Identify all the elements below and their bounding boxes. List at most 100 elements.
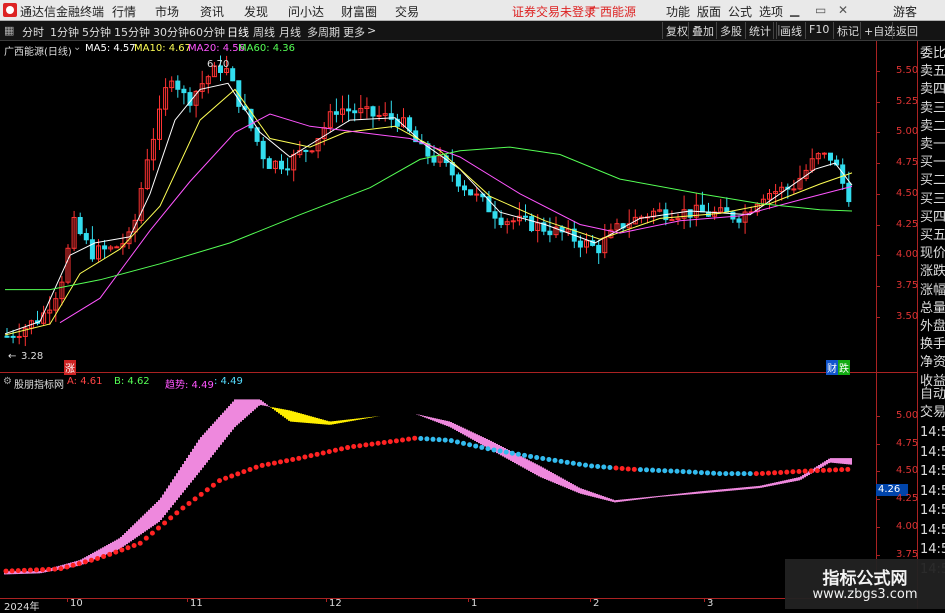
candle-body	[102, 245, 108, 250]
candle-body	[4, 335, 10, 338]
indicator-dot	[369, 441, 375, 447]
x-label-2: 2	[593, 598, 600, 609]
quote-panel-item[interactable]: 卖四	[920, 81, 945, 99]
indicator-dot	[3, 568, 9, 574]
candle-body	[846, 182, 852, 203]
indicator-dot	[576, 461, 582, 467]
indicator-dot	[796, 468, 802, 474]
indicator-dot	[52, 566, 58, 572]
ma10-line	[4, 88, 853, 336]
quote-panel-item[interactable]: 卖三	[920, 100, 945, 118]
candle-body	[279, 160, 284, 170]
indicator-dot	[204, 487, 210, 493]
low-arrow-icon: ←	[8, 351, 17, 362]
quote-panel-item[interactable]: 14:56	[920, 463, 945, 481]
candle-body	[303, 149, 309, 152]
indicator-dot	[650, 467, 656, 473]
indicator-dot	[802, 468, 808, 474]
quote-panel-item[interactable]: 外盘	[920, 318, 945, 336]
candle-body	[260, 140, 266, 160]
quote-panel-item[interactable]: 涨幅	[920, 282, 945, 300]
candle-body	[468, 189, 474, 196]
indicator-dot	[485, 446, 491, 452]
indicator-dot	[546, 456, 552, 462]
indicator-dot	[436, 437, 442, 443]
candle-body	[577, 240, 583, 248]
indicator-dot	[570, 460, 576, 466]
indicator-dot	[156, 525, 161, 531]
y-tick-label: 5.00	[896, 126, 919, 138]
quote-panel-item[interactable]: 委比	[920, 45, 945, 63]
indicator-dot	[503, 449, 509, 455]
indicator-dot	[363, 442, 369, 448]
high-label: 6.70	[207, 59, 230, 70]
candle-body	[10, 335, 16, 338]
indicator-dot	[186, 500, 192, 506]
indicator-dot	[290, 457, 296, 463]
quote-panel-item[interactable]: 净资	[920, 354, 945, 372]
sub-y-tick-label: 4.00	[896, 520, 919, 532]
indicator-dot	[607, 465, 613, 471]
candle-body	[83, 233, 89, 241]
quote-panel-item[interactable]: 14:56	[920, 502, 945, 520]
indicator-dot	[784, 469, 790, 475]
indicator-dot	[473, 443, 479, 449]
indicator-dot	[265, 461, 271, 467]
quote-panel-item[interactable]: 自动	[920, 386, 945, 404]
quote-panel-item[interactable]: 卖五	[920, 63, 945, 81]
quote-panel-item[interactable]: 买一	[920, 154, 945, 172]
quote-panel-item[interactable]: 交易	[920, 404, 945, 422]
quote-panel-item[interactable]: 总量	[920, 300, 945, 318]
quote-panel-item[interactable]: 买五	[920, 227, 945, 245]
quote-panel-item[interactable]: 买二	[920, 172, 945, 190]
candle-body	[596, 244, 602, 254]
indicator-dot	[406, 436, 412, 442]
candle-body	[175, 80, 181, 90]
indicator-dot	[76, 561, 82, 567]
indicator-dot	[814, 468, 820, 474]
indicator-dot	[833, 467, 839, 473]
quote-panel-item[interactable]: 14:56	[920, 541, 945, 559]
tag-die[interactable]: 跌	[838, 360, 850, 375]
user-label[interactable]: 游客	[893, 3, 917, 20]
quote-panel-item[interactable]: 14:56	[920, 483, 945, 501]
indicator-dot	[400, 437, 405, 443]
indicator-dot	[314, 451, 320, 457]
quote-panel-item[interactable]: 换手	[920, 336, 945, 354]
quote-panel-item[interactable]: 14:56	[920, 444, 945, 462]
candle-body	[510, 220, 516, 223]
quote-panel-item[interactable]: 卖一	[920, 136, 945, 154]
indicator-dot	[692, 469, 698, 475]
quote-panel-item[interactable]: 14:56	[920, 522, 945, 540]
watermark-url: www.zbgs3.com	[812, 587, 918, 602]
indicator-dot	[137, 540, 143, 546]
quote-panel-item[interactable]: 买三	[920, 191, 945, 209]
tag-caishi[interactable]: 财	[826, 360, 838, 375]
indicator-dot	[583, 462, 588, 468]
candle-body	[455, 174, 461, 187]
indicator-dot	[515, 451, 521, 457]
quote-panel-item[interactable]: 现价	[920, 245, 945, 263]
indicator-dot	[113, 549, 119, 555]
indicator-dot	[680, 469, 686, 475]
indicator-dot	[839, 467, 845, 473]
tag-zhang[interactable]: 涨	[64, 360, 76, 375]
quote-panel-item[interactable]: 买四	[920, 209, 945, 227]
indicator-dot	[174, 510, 180, 516]
indicator-dot	[198, 491, 204, 497]
indicator-dot	[351, 444, 357, 450]
btn-fanhui[interactable]: 返回	[892, 22, 921, 39]
indicator-dot	[381, 439, 387, 445]
indicator-dot	[637, 467, 643, 473]
y-tick-label: 3.50	[896, 310, 919, 322]
indicator-dot	[613, 465, 619, 471]
indicator-dot	[741, 471, 747, 477]
indicator-dot	[278, 459, 283, 465]
quote-panel-item[interactable]: 涨跌	[920, 263, 945, 281]
indicator-dot	[564, 459, 570, 465]
indicator-dot	[723, 471, 729, 477]
quote-panel-item[interactable]: 14:56	[920, 424, 945, 442]
quote-panel-item[interactable]: 卖二	[920, 118, 945, 136]
indicator-dot	[656, 467, 662, 473]
candle-body	[376, 114, 382, 117]
